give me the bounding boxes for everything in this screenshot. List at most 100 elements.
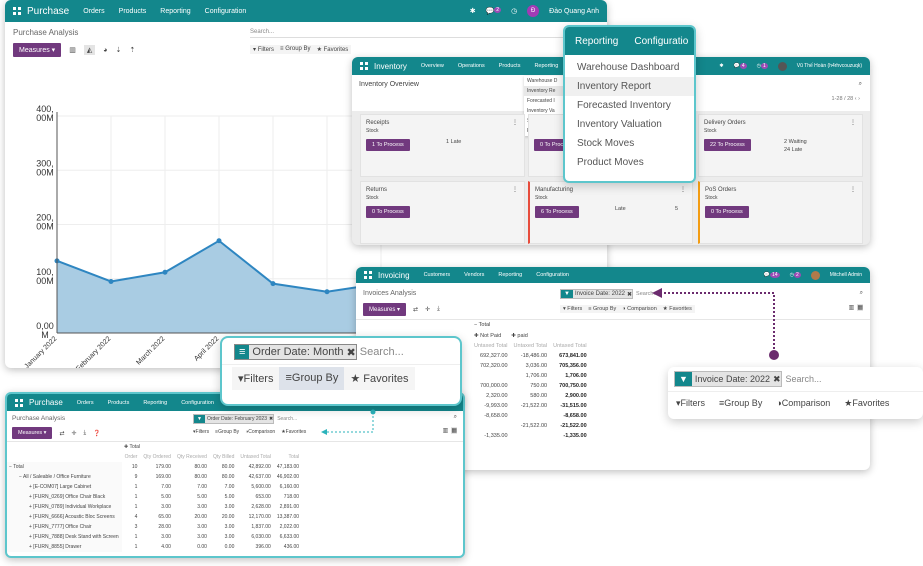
operation-card[interactable]: Delivery Orders Stock ⋮ 22 To Process 2 Wait…	[698, 114, 863, 177]
card-menu-icon[interactable]: ⋮	[512, 186, 518, 193]
pivot-cell[interactable]: -9,993.00	[471, 401, 511, 411]
pivot-cell[interactable]: 1	[122, 502, 141, 512]
pivot-cell[interactable]: 5.00	[210, 492, 237, 502]
measure-header[interactable]: Untaxed Total	[550, 341, 590, 351]
pivot-cell[interactable]: 1	[122, 492, 141, 502]
app-name[interactable]: Invoicing	[378, 271, 410, 280]
measure-header[interactable]: Untaxed Total	[511, 341, 551, 351]
pivot-cell[interactable]: 1,706.00	[511, 371, 551, 381]
pivot-cell[interactable]: 3.00	[174, 502, 210, 512]
pivot-cell[interactable]: -8,658.00	[550, 411, 590, 421]
card-menu-icon[interactable]: ⋮	[680, 186, 686, 193]
pivot-header-total[interactable]: − Total	[474, 322, 590, 328]
data-point[interactable]	[162, 269, 168, 275]
download-icon[interactable]: ⤓	[437, 306, 440, 313]
pivot-cell[interactable]: -1,335.00	[550, 431, 590, 441]
group-by-button[interactable]: ≡Group By	[215, 429, 239, 435]
menu-overview[interactable]: Overview	[421, 63, 444, 69]
pivot-cell[interactable]: 0.00	[210, 542, 237, 552]
pivot-cell[interactable]: 169.00	[140, 472, 174, 482]
menu-reporting[interactable]: Reporting	[534, 63, 558, 69]
pivot-view-icon[interactable]: ▦	[451, 427, 457, 434]
pivot-cell[interactable]: 28.00	[140, 522, 174, 532]
pivot-cell[interactable]	[511, 411, 551, 421]
group-by-button[interactable]: ≡Group By	[719, 398, 762, 409]
operation-card[interactable]: Returns Stock ⋮ 0 To Process	[360, 181, 525, 244]
pivot-header-paid[interactable]: ✚ paid	[511, 333, 528, 339]
pivot-cell[interactable]: 80.00	[210, 472, 237, 482]
submenu-item[interactable]: Warehouse D	[524, 76, 566, 86]
pivot-cell[interactable]: 2,320.00	[471, 391, 511, 401]
apps-icon[interactable]	[15, 398, 23, 407]
row-header[interactable]: + [FURN_7777] Office Chair	[7, 522, 122, 532]
row-header[interactable]: + [FURN_7888] Desk Stand with Screen	[7, 532, 122, 542]
help-icon[interactable]: ❓	[93, 430, 100, 437]
card-menu-icon[interactable]: ⋮	[512, 119, 518, 126]
favorites-button[interactable]: ★Favorites	[281, 429, 306, 435]
invoice-date-facet[interactable]: ▼ Invoice Date: 2022 ✖	[674, 371, 782, 387]
pivot-cell[interactable]: 396.00	[237, 542, 273, 552]
search-icon[interactable]: ⌕	[860, 290, 863, 297]
pivot-cell[interactable]: 6,633.00	[274, 532, 302, 542]
pivot-cell[interactable]: 6,030.00	[237, 532, 273, 542]
card-info[interactable]: 24 Late	[784, 147, 802, 153]
menu-reporting[interactable]: Reporting	[143, 400, 167, 406]
pivot-cell[interactable]: -18,486.00	[511, 351, 551, 361]
pivot-cell[interactable]: -21,522.00	[511, 421, 551, 431]
data-point[interactable]	[108, 278, 114, 284]
search-icon[interactable]: ⌕	[454, 414, 457, 421]
pivot-cell[interactable]: 6,160.00	[274, 482, 302, 492]
pivot-view-icon[interactable]: ▦	[857, 304, 863, 311]
card-menu-icon[interactable]: ⋮	[850, 119, 856, 126]
favorites-button[interactable]: ★ Favorites	[344, 367, 415, 390]
row-header[interactable]: − Total	[7, 462, 122, 472]
remove-facet-icon[interactable]: ✖	[627, 291, 632, 298]
pivot-header-not-paid[interactable]: ✚ Not Paid	[474, 333, 501, 339]
menu-operations[interactable]: Operations	[458, 63, 485, 69]
row-header[interactable]: + [E-COM07] Large Cabinet	[7, 482, 122, 492]
to-process-button[interactable]: 6 To Process	[535, 206, 579, 218]
pivot-cell[interactable]: 702,320.00	[471, 361, 511, 371]
pivot-cell[interactable]: 7.00	[210, 482, 237, 492]
app-name[interactable]: Inventory	[374, 62, 407, 71]
pivot-cell[interactable]: 3.00	[210, 502, 237, 512]
pivot-cell[interactable]	[511, 431, 551, 441]
submenu-item[interactable]: Forecasted I	[524, 96, 566, 106]
search-input[interactable]: Search...	[786, 374, 822, 384]
row-header[interactable]: + [FURN_0269] Office Chair Black	[7, 492, 122, 502]
submenu-item[interactable]: Inventory Re	[524, 86, 566, 96]
activity-icon[interactable]: ◷ 2	[790, 272, 801, 278]
to-process-button[interactable]: 1 To Process	[366, 139, 410, 151]
pivot-cell[interactable]: 3	[122, 522, 141, 532]
pivot-cell[interactable]: 3.00	[210, 522, 237, 532]
pivot-cell[interactable]	[471, 421, 511, 431]
graph-view-icon[interactable]: ▥	[443, 427, 449, 434]
measure-header[interactable]: Qty Billed	[210, 452, 237, 462]
search-icon[interactable]: ⌕	[859, 81, 862, 88]
invoice-date-facet[interactable]: ▼ Invoice Date: 2022 ✖	[560, 289, 634, 299]
pivot-cell[interactable]: 1,837.00	[237, 522, 273, 532]
pivot-cell[interactable]: 7.00	[174, 482, 210, 492]
apps-icon[interactable]	[360, 62, 368, 70]
pivot-cell[interactable]: 700,000.00	[471, 381, 511, 391]
app-name[interactable]: Purchase	[29, 398, 63, 407]
to-process-button[interactable]: 0 To Process	[705, 206, 749, 218]
to-process-button[interactable]: 22 To Process	[704, 139, 751, 151]
measures-button[interactable]: Measures ▾	[363, 303, 407, 316]
order-date-facet[interactable]: ▼ Order Date: February 2023 ✖	[193, 414, 275, 424]
menu-orders[interactable]: Orders	[77, 400, 94, 406]
operation-card[interactable]: Manufacturing Stock ⋮ 6 To Process Late 5	[528, 181, 693, 244]
pivot-cell[interactable]: 13,387.00	[274, 512, 302, 522]
filters-button[interactable]: ▾Filters	[676, 398, 705, 409]
pivot-cell[interactable]: 80.00	[174, 462, 210, 472]
measure-header[interactable]: Total	[274, 452, 302, 462]
pivot-cell[interactable]: 653.00	[237, 492, 273, 502]
reporting-menu-item[interactable]: Product Moves	[565, 153, 694, 172]
pivot-cell[interactable]: 80.00	[210, 462, 237, 472]
pivot-cell[interactable]: 718.00	[274, 492, 302, 502]
measure-header[interactable]: Untaxed Total	[237, 452, 273, 462]
comparison-button[interactable]: ◑Comparison	[776, 398, 830, 409]
comparison-button[interactable]: ◑Comparison	[245, 429, 275, 435]
data-point[interactable]	[216, 238, 222, 244]
pivot-cell[interactable]: 42,637.00	[237, 472, 273, 482]
